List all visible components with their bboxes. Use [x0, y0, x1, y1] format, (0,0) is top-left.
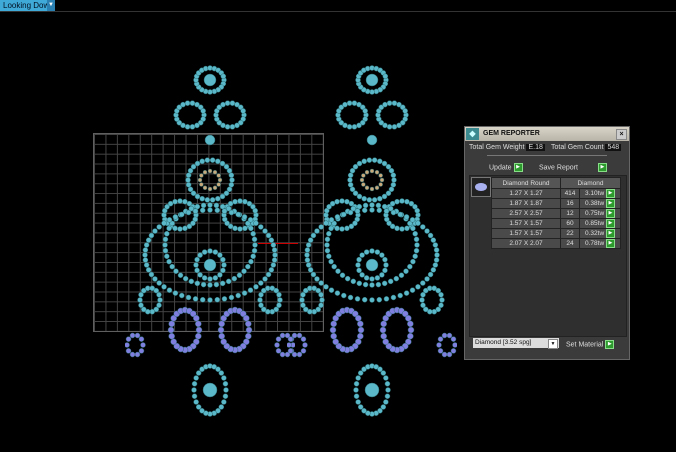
gem-reporter-logo-icon: ◆: [466, 128, 479, 140]
play-icon[interactable]: ▶: [605, 219, 615, 228]
gem-weight: 0.38tw ▶: [579, 198, 621, 209]
save-report-button[interactable]: Save Report ▶: [539, 163, 607, 172]
top-toolbar: Looking Down ▼: [0, 0, 676, 12]
table-row[interactable]: 2.07 X 2.07 24 0.78tw ▶: [491, 238, 621, 249]
play-icon[interactable]: ▶: [605, 199, 615, 208]
gem-weight-value: 0.85tw: [585, 220, 605, 228]
play-icon[interactable]: ▶: [605, 209, 615, 218]
gem-thumbnail: [471, 177, 491, 197]
save-report-label: Save Report: [539, 164, 578, 172]
table-row[interactable]: 1.27 X 1.27 414 3.10tw ▶: [491, 188, 621, 199]
gem-weight-value: 0.75tw: [585, 210, 605, 218]
gem-size: 1.57 X 1.57: [491, 228, 561, 239]
gem-table: Diamond Round Diamond 1.27 X 1.27 414 3.10t…: [491, 177, 621, 249]
close-icon[interactable]: ×: [616, 129, 627, 140]
earring-right-model[interactable]: [287, 60, 457, 425]
gem-weight-value: 0.38tw: [585, 200, 605, 208]
col-header-material: Diamond: [560, 177, 621, 189]
set-material-button[interactable]: Set Material ▶: [566, 340, 615, 349]
gem-size: 2.57 X 2.57: [491, 208, 561, 219]
gem-weight-value: 0.32tw: [585, 230, 605, 238]
earring-left-model[interactable]: [125, 60, 295, 425]
material-value: Diamond [3.52 spg]: [475, 339, 532, 346]
gem-reporter-panel: ◆ GEM REPORTER × Total Gem Weight E.18 Tot…: [464, 126, 630, 360]
table-row[interactable]: 1.57 X 1.57 60 0.85tw ▶: [491, 218, 621, 229]
play-icon: ▶: [605, 340, 615, 349]
gem-size: 2.07 X 2.07: [491, 238, 561, 249]
gem-weight-value: 3.10tw: [585, 190, 605, 198]
gem-size: 1.27 X 1.27: [491, 188, 561, 199]
play-icon[interactable]: ▶: [605, 239, 615, 248]
col-header-shape: Diamond Round: [491, 177, 561, 189]
table-row[interactable]: 1.87 X 1.87 16 0.38tw ▶: [491, 198, 621, 209]
table-row[interactable]: 2.57 X 2.57 12 0.75tw ▶: [491, 208, 621, 219]
panel-titlebar[interactable]: ◆ GEM REPORTER ×: [465, 127, 629, 141]
update-button[interactable]: Update ▶: [489, 163, 523, 172]
chevron-down-icon: ▼: [47, 0, 55, 11]
gem-count: 12: [560, 208, 580, 219]
gem-weight: 0.32tw ▶: [579, 228, 621, 239]
view-mode-dropdown[interactable]: Looking Down ▼: [0, 0, 55, 11]
gem-weight: 0.85tw ▶: [579, 218, 621, 229]
gem-weight: 0.75tw ▶: [579, 208, 621, 219]
total-weight-value: E.18: [526, 144, 545, 151]
gem-weight-value: 0.78tw: [585, 240, 605, 248]
total-count-value: 548: [605, 144, 622, 151]
panel-title: GEM REPORTER: [483, 130, 540, 137]
gem-count: 22: [560, 228, 580, 239]
table-row[interactable]: 1.57 X 1.57 22 0.32tw ▶: [491, 228, 621, 239]
gem-size: 1.57 X 1.57: [491, 218, 561, 229]
material-dropdown[interactable]: Diamond [3.52 spg] ▼: [473, 338, 559, 349]
play-icon[interactable]: ▶: [605, 229, 615, 238]
total-weight-label: Total Gem Weight: [469, 144, 525, 151]
gem-count: 24: [560, 238, 580, 249]
gem-size: 1.87 X 1.87: [491, 198, 561, 209]
play-icon[interactable]: ▶: [605, 189, 615, 198]
total-count-label: Total Gem Count: [551, 144, 604, 151]
gem-count: 16: [560, 198, 580, 209]
play-icon: ▶: [597, 163, 607, 172]
gem-count: 60: [560, 218, 580, 229]
divider: [487, 155, 607, 156]
gem-count: 414: [560, 188, 580, 199]
update-label: Update: [489, 164, 512, 172]
gem-weight: 0.78tw ▶: [579, 238, 621, 249]
gem-weight: 3.10tw ▶: [579, 188, 621, 199]
set-material-label: Set Material: [566, 341, 604, 349]
play-icon: ▶: [513, 163, 523, 172]
chevron-down-icon: ▼: [548, 339, 558, 349]
